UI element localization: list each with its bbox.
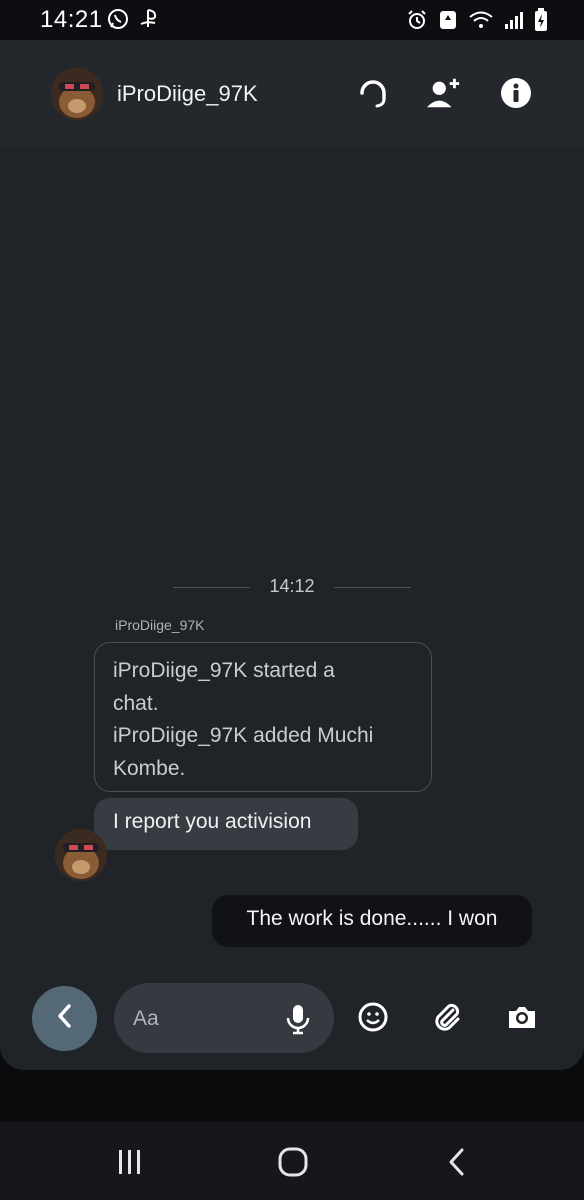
- system-message-line: Kombe.: [113, 756, 186, 780]
- sender-name: iProDiige_97K: [115, 617, 205, 633]
- sender-avatar[interactable]: [55, 829, 107, 881]
- outgoing-message[interactable]: The work is done...... I won: [212, 895, 532, 947]
- chat-screen: iProDiige_97K 14:12 iProDiige_97K iProDi…: [0, 40, 584, 1070]
- camera-icon[interactable]: [505, 1000, 539, 1034]
- divider-line: [334, 587, 411, 588]
- alarm-icon: [406, 9, 428, 36]
- status-time: 14:21: [40, 6, 103, 33]
- signal-icon: [504, 9, 524, 36]
- emoji-icon[interactable]: [356, 1000, 390, 1034]
- headset-icon[interactable]: [355, 75, 391, 111]
- message-timestamp: 14:12: [269, 576, 315, 596]
- info-icon[interactable]: [498, 75, 534, 111]
- add-person-icon[interactable]: [426, 75, 462, 111]
- recent-apps-icon[interactable]: [110, 1144, 150, 1180]
- recycle-icon: [438, 9, 458, 36]
- back-chevron-icon: [54, 1003, 76, 1034]
- system-message-line: chat.: [113, 691, 159, 715]
- attachment-icon[interactable]: [430, 1000, 464, 1034]
- system-message-line: iProDiige_97K added Muchi: [113, 724, 374, 747]
- wifi-icon: [468, 9, 494, 36]
- collapse-button[interactable]: [32, 986, 97, 1051]
- chat-header: iProDiige_97K: [0, 40, 584, 148]
- home-icon[interactable]: [273, 1144, 313, 1180]
- message-input[interactable]: Aa: [114, 983, 334, 1053]
- avatar[interactable]: [51, 68, 103, 120]
- message-input-placeholder: Aa: [133, 1007, 159, 1030]
- incoming-message[interactable]: I report you activision: [94, 798, 358, 850]
- system-nav-bar: [0, 1122, 584, 1200]
- status-bar: 14:21: [0, 0, 584, 40]
- status-right-icons: [406, 8, 548, 37]
- back-icon[interactable]: [437, 1144, 477, 1180]
- playstation-icon: [138, 7, 162, 36]
- system-message: iProDiige_97K started a chat. iProDiige_…: [94, 642, 432, 792]
- status-left-icons: [106, 7, 162, 36]
- battery-charging-icon: [534, 8, 548, 37]
- chat-title[interactable]: iProDiige_97K: [117, 81, 258, 107]
- system-message-line: iProDiige_97K started a: [113, 659, 335, 682]
- whatsapp-icon: [106, 7, 130, 36]
- divider-line: [173, 587, 250, 588]
- microphone-icon[interactable]: [285, 1003, 311, 1040]
